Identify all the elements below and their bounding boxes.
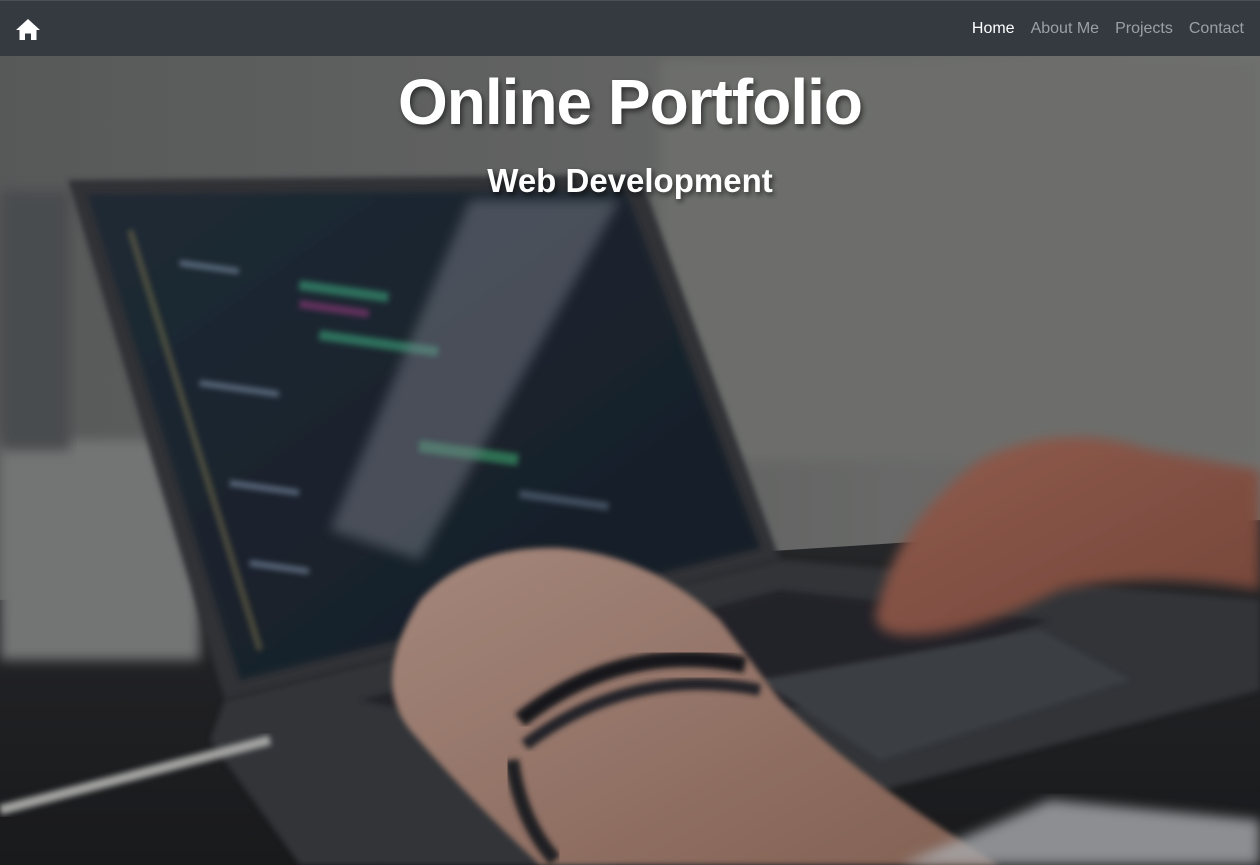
nav-link-contact[interactable]: Contact — [1189, 20, 1244, 37]
nav-link-about-me[interactable]: About Me — [1031, 20, 1099, 37]
nav-links: Home About Me Projects Contact — [972, 1, 1244, 57]
home-icon[interactable] — [14, 15, 42, 43]
nav-item-projects: Projects — [1115, 20, 1173, 38]
nav-link-projects[interactable]: Projects — [1115, 20, 1173, 37]
nav-link-home[interactable]: Home — [972, 20, 1015, 37]
nav-item-contact: Contact — [1189, 20, 1244, 38]
page: Home About Me Projects Contact Online Po… — [0, 0, 1260, 865]
navbar: Home About Me Projects Contact — [0, 0, 1260, 56]
page-title: Online Portfolio — [398, 66, 863, 138]
nav-item-home: Home — [972, 20, 1015, 38]
page-subtitle: Web Development — [487, 162, 773, 199]
nav-item-about-me: About Me — [1031, 20, 1099, 38]
